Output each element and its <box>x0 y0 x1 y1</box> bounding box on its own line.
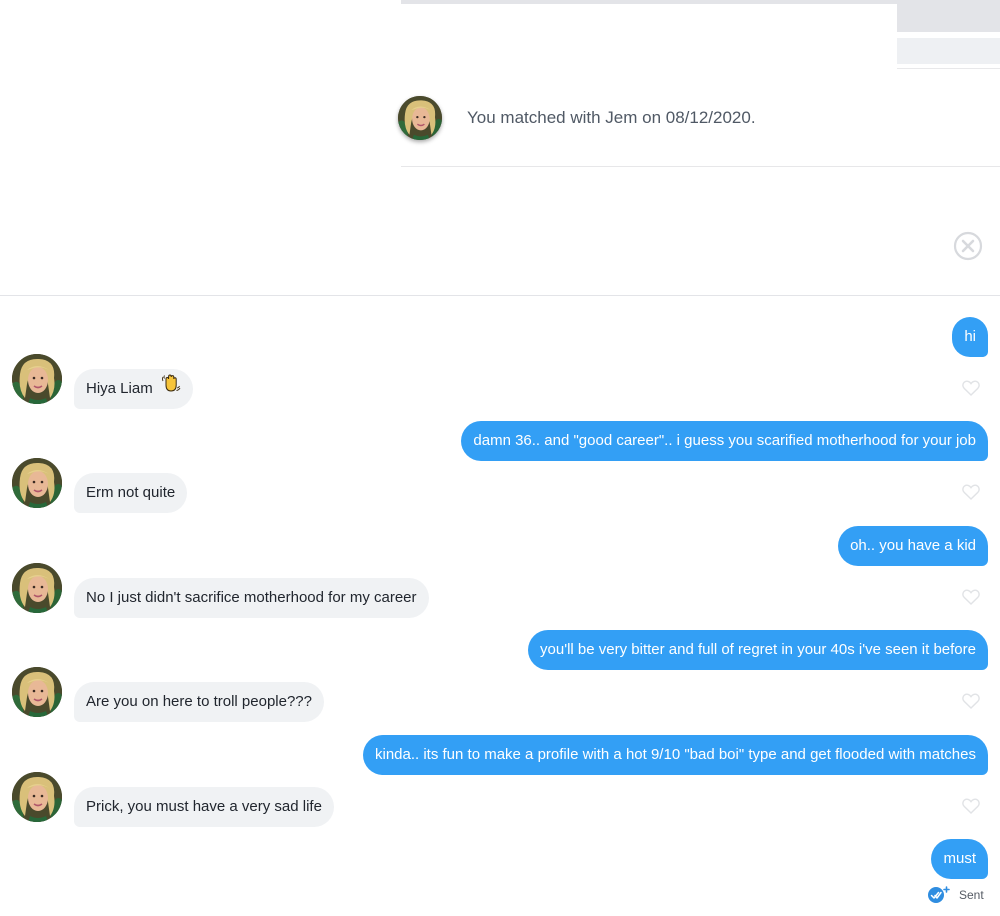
message-row-sent: damn 36.. and "good career".. i guess yo… <box>0 421 1000 461</box>
delivery-status: Sent <box>927 885 997 905</box>
like-heart-icon[interactable] <box>961 587 981 607</box>
sent-message-bubble[interactable]: damn 36.. and "good career".. i guess yo… <box>461 421 988 461</box>
top-separator <box>401 0 900 4</box>
double-check-icon <box>927 885 951 905</box>
sent-message-bubble[interactable]: hi <box>952 317 988 357</box>
message-row-sent: hi <box>0 317 1000 357</box>
message-row-sent: you'll be very bitter and full of regret… <box>0 630 1000 670</box>
message-row-received: Hiya Liam <box>0 369 1000 409</box>
top-panel-rule <box>897 68 1000 69</box>
match-avatar[interactable] <box>398 96 442 140</box>
avatar[interactable] <box>12 772 62 822</box>
received-message-bubble[interactable]: Hiya Liam <box>74 369 193 409</box>
sent-message-bubble[interactable]: kinda.. its fun to make a profile with a… <box>362 735 988 775</box>
message-row-received: Erm not quite <box>0 473 1000 513</box>
received-message-text: Hiya Liam <box>86 380 153 397</box>
avatar[interactable] <box>12 563 62 613</box>
sent-message-bubble[interactable]: must <box>931 839 988 879</box>
avatar[interactable] <box>12 354 62 404</box>
banner-divider <box>401 166 1000 167</box>
top-panel-block <box>897 0 1000 32</box>
waving-hand-icon <box>161 369 181 409</box>
avatar[interactable] <box>12 458 62 508</box>
message-row-sent: must <box>0 839 1000 879</box>
message-row-received: Are you on here to troll people??? <box>0 682 1000 722</box>
header-divider <box>0 295 1000 296</box>
message-row-received: Prick, you must have a very sad life <box>0 787 1000 827</box>
received-message-bubble[interactable]: Prick, you must have a very sad life <box>74 787 334 827</box>
top-panel-block-secondary <box>897 38 1000 64</box>
avatar[interactable] <box>12 667 62 717</box>
sent-message-bubble[interactable]: oh.. you have a kid <box>838 526 988 566</box>
like-heart-icon[interactable] <box>961 482 981 502</box>
like-heart-icon[interactable] <box>961 691 981 711</box>
chat-page: You matched with Jem on 08/12/2020. hi H… <box>0 0 1000 916</box>
like-heart-icon[interactable] <box>961 378 981 398</box>
received-message-bubble[interactable]: Are you on here to troll people??? <box>74 682 324 722</box>
match-banner-text: You matched with Jem on 08/12/2020. <box>467 108 756 127</box>
received-message-bubble[interactable]: No I just didn't sacrifice motherhood fo… <box>74 578 429 618</box>
received-message-bubble[interactable]: Erm not quite <box>74 473 188 513</box>
message-row-received: No I just didn't sacrifice motherhood fo… <box>0 578 1000 618</box>
message-row-sent: oh.. you have a kid <box>0 526 1000 566</box>
message-row-sent: kinda.. its fun to make a profile with a… <box>0 735 1000 775</box>
like-heart-icon[interactable] <box>961 796 981 816</box>
sent-message-bubble[interactable]: you'll be very bitter and full of regret… <box>528 630 988 670</box>
close-icon[interactable] <box>953 231 983 261</box>
delivery-status-label: Sent <box>959 888 984 902</box>
